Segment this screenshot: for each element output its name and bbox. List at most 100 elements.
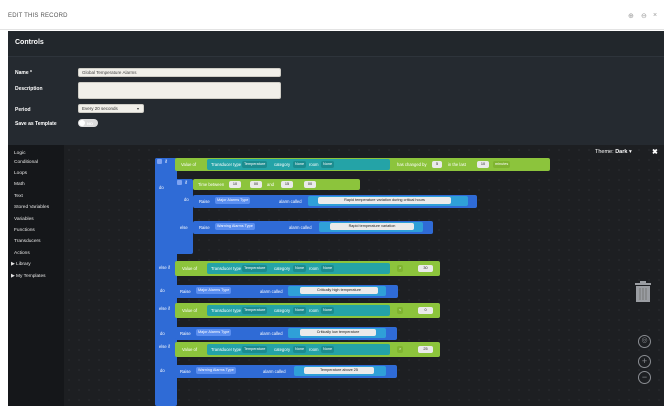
time-h1-input[interactable]: 10 [229,181,241,188]
room-dropdown[interactable]: None [321,307,335,314]
period-select[interactable]: Every 20 seconds ▾ [78,104,144,113]
name-label: Name * [15,70,32,76]
category-label: category [274,266,291,271]
toolbox-functions[interactable]: Functions [14,228,35,233]
trash-icon[interactable] [634,281,652,302]
category-dropdown[interactable]: None [293,346,307,353]
has-changed-by-label: has changed by [397,162,427,167]
name-field[interactable]: Global Temperature Alarms [78,68,281,77]
raise-label: Raise [199,225,210,230]
zoom-in-window-icon[interactable]: ⊕ [628,12,634,20]
alarm-type-dropdown[interactable]: Warning Alarms Type [215,223,255,230]
toolbox-text[interactable]: Text [14,194,23,199]
window-title: EDIT THIS RECORD [8,13,68,19]
else-if-label-2: else if [159,306,170,311]
value-of-label: Value of [181,162,197,167]
category-label: category [274,308,291,313]
temperature-dropdown[interactable]: Temperature [242,265,268,272]
temperature-dropdown[interactable]: Temperature [242,346,268,353]
else-if-label-3: else if [159,344,170,349]
room-dropdown[interactable]: None [321,346,335,353]
theme-selector[interactable]: Theme: Dark ▾ [595,149,632,155]
category-dropdown[interactable]: None [293,307,307,314]
toolbox-stored-variables[interactable]: Stored Variables [14,205,49,210]
do-label: do [159,185,164,190]
threshold-input-1[interactable]: 30 [418,265,433,272]
toolbox-loops[interactable]: Loops [14,171,27,176]
controls-heading: Controls [15,39,44,46]
description-field[interactable] [78,82,281,99]
threshold-input-2[interactable]: 0 [418,307,433,314]
time-m2-input[interactable]: 00 [304,181,316,188]
operator-dropdown[interactable]: > [397,265,404,272]
toolbox-actions[interactable]: Actions [14,251,30,256]
temperature-dropdown[interactable]: Temperature [242,307,268,314]
description-label: Description [15,86,43,92]
toolbox-my-templates[interactable]: ▶ My Templates [11,274,46,279]
alarm-type-dropdown[interactable]: Major Alarms Type [196,287,232,294]
toggle-state: NO [87,120,93,126]
toolbox-conditional[interactable]: Conditional [14,160,38,165]
alarm-called-label: alarm called [260,331,283,336]
value-of-label: Value of [182,308,198,313]
chevron-down-icon: ▾ [628,149,632,155]
toolbox-math[interactable]: Math [14,182,25,187]
room-dropdown[interactable]: None [321,161,335,168]
minutes-dropdown[interactable]: minutes [493,161,511,168]
if-block[interactable] [155,158,177,406]
toolbox-transducers[interactable]: Transducers [14,239,40,244]
room-dropdown[interactable]: None [321,265,335,272]
room-label: room [309,308,319,313]
transducer-type-label: Transducer type [211,308,242,313]
recenter-icon[interactable]: ◎ [638,335,651,348]
message-input-3[interactable]: Critically high temperature [300,287,378,294]
category-dropdown[interactable]: None [293,161,307,168]
message-input-5[interactable]: Temperature above 25 [304,367,374,374]
room-label: room [309,266,319,271]
temperature-dropdown[interactable]: Temperature [242,161,268,168]
transducer-type-label: Transducer type [211,266,242,271]
gear-icon[interactable] [177,180,182,185]
toolbox-variables[interactable]: Variables [14,217,34,222]
room-label: room [309,347,319,352]
raise-label: Raise [180,369,191,374]
save-template-toggle[interactable]: NO [78,119,98,127]
save-template-label: Save as Template [15,121,57,127]
toolbox-library[interactable]: ▶ Library [11,262,31,267]
else-if-label-1: else if [159,265,170,270]
time-m1-input[interactable]: 00 [250,181,262,188]
message-input-2[interactable]: Rapid temperature variation [330,223,414,230]
category-label: category [274,162,291,167]
gear-icon[interactable] [157,159,162,164]
do-label: do [160,331,165,336]
operator-dropdown[interactable]: > [397,346,404,353]
toolbox-logic[interactable]: Logic [14,151,25,156]
zoom-out-icon[interactable]: − [638,371,651,384]
toggle-knob [79,120,85,126]
operator-dropdown[interactable]: < [397,307,404,314]
transducer-type-label: Transducer type [211,347,242,352]
value-of-label: Value of [182,347,198,352]
alarm-type-dropdown[interactable]: Warning Alarms Type [196,367,236,374]
alarm-type-dropdown[interactable]: Major Alarms Type [196,329,232,336]
do-label: do [160,288,165,293]
chevron-down-icon: ▾ [136,106,139,111]
room-label: room [309,162,319,167]
last-value-input[interactable]: 10 [477,161,489,168]
changed-by-input[interactable]: 5 [432,161,442,168]
and-label: and [267,182,274,187]
raise-label: Raise [199,199,210,204]
blocks-workspace[interactable]: Logic Conditional Loops Math Text Stored… [8,145,664,406]
message-input-1[interactable]: Rapid temperature variation during criti… [318,197,451,204]
minimize-window-icon[interactable]: ⊖ [641,12,647,20]
time-h2-input[interactable]: 15 [281,181,293,188]
zoom-in-icon[interactable]: + [638,355,651,368]
alarm-called-label: alarm called [289,225,312,230]
threshold-input-3[interactable]: 25 [418,346,433,353]
alarm-type-dropdown[interactable]: Major Alarms Type [215,197,251,204]
category-dropdown[interactable]: None [293,265,307,272]
fullscreen-icon[interactable]: ✖ [652,148,658,156]
close-window-icon[interactable]: × [653,12,657,19]
message-input-4[interactable]: Critically low temperature [300,329,376,336]
nested-if-block[interactable] [175,179,193,254]
